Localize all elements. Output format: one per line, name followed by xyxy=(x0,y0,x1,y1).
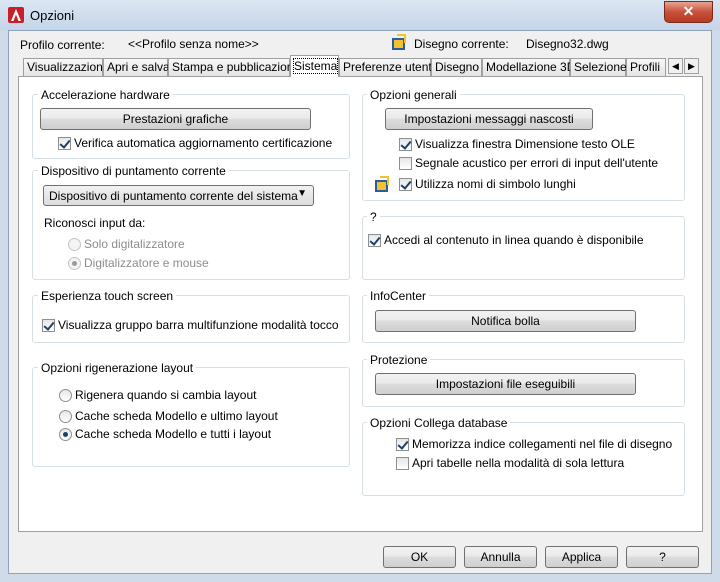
graphics-performance-button[interactable]: Prestazioni grafiche xyxy=(40,108,311,130)
long-symbol-names-checkbox[interactable] xyxy=(399,178,412,191)
window-title: Opzioni xyxy=(30,8,75,23)
pointing-device-select[interactable]: Dispositivo di puntamento corrente del s… xyxy=(43,185,314,206)
drawing-setting-icon xyxy=(374,176,391,193)
title-bar xyxy=(0,0,720,30)
online-content-label: Accedi al contenuto in linea quando è di… xyxy=(384,233,644,247)
tab-stampa-pubblicazione[interactable]: Stampa e pubblicazione xyxy=(168,58,300,76)
group-title-infocenter: InfoCenter xyxy=(367,289,430,303)
group-title-help: ? xyxy=(367,210,380,224)
group-title-general: Opzioni generali xyxy=(367,88,460,102)
regen-on-switch-radio[interactable] xyxy=(59,389,72,402)
app-icon[interactable] xyxy=(8,7,24,23)
cache-all-layouts-radio[interactable] xyxy=(59,428,72,441)
ole-text-size-label: Visualizza finestra Dimensione testo OLE xyxy=(415,137,635,151)
apply-button[interactable]: Applica xyxy=(545,546,618,568)
tab-modellazione-3d[interactable]: Modellazione 3D xyxy=(482,58,575,76)
ole-text-size-checkbox[interactable] xyxy=(399,138,412,151)
cache-last-layout-label: Cache scheda Modello e ultimo layout xyxy=(75,409,278,423)
balloon-notification-button[interactable]: Notifica bolla xyxy=(375,310,636,332)
drawing-icon xyxy=(391,34,408,51)
group-title-security: Protezione xyxy=(367,353,431,367)
cache-all-layouts-label: Cache scheda Modello e tutti i layout xyxy=(75,427,272,441)
touch-ribbon-checkbox[interactable] xyxy=(42,319,55,332)
store-link-index-checkbox[interactable] xyxy=(396,438,409,451)
beep-on-error-checkbox[interactable] xyxy=(399,157,412,170)
current-drawing-value: Disegno32.dwg xyxy=(526,37,609,51)
tab-apri-e-salva[interactable]: Apri e salva xyxy=(103,58,170,76)
readonly-tables-checkbox[interactable] xyxy=(396,457,409,470)
tab-sistema[interactable]: Sistema xyxy=(290,55,339,77)
tab-scroll-left-button[interactable]: ◀ xyxy=(668,58,683,74)
tab-scroll-right-button[interactable]: ▶ xyxy=(684,58,699,74)
group-title-touch: Esperienza touch screen xyxy=(38,289,177,303)
tab-sistema-label: Sistema xyxy=(292,58,339,74)
digitizer-and-mouse-radio[interactable] xyxy=(68,257,81,270)
recognize-input-label: Riconosci input da: xyxy=(44,216,146,230)
group-title-db: Opzioni Collega database xyxy=(367,416,511,430)
hidden-messages-button[interactable]: Impostazioni messaggi nascosti xyxy=(385,108,593,130)
tab-selezione[interactable]: Selezione xyxy=(570,58,627,76)
current-profile-label: Profilo corrente: xyxy=(20,38,105,52)
tab-profili[interactable]: Profili xyxy=(626,58,666,76)
cert-update-label: Verifica automatica aggiornamento certif… xyxy=(74,136,333,150)
chevron-down-icon: ▼ xyxy=(297,188,307,199)
digitizer-and-mouse-label: Digitalizzatore e mouse xyxy=(84,256,209,270)
group-title-pointing: Dispositivo di puntamento corrente xyxy=(38,164,229,178)
regen-on-switch-label: Rigenera quando si cambia layout xyxy=(75,388,257,402)
close-button[interactable]: ✕ xyxy=(664,1,713,23)
digitizer-only-label: Solo digitalizzatore xyxy=(84,237,185,251)
cert-update-checkbox[interactable] xyxy=(58,137,71,150)
pointing-device-select-value: Dispositivo di puntamento corrente del s… xyxy=(49,189,298,203)
group-help xyxy=(362,216,685,280)
beep-on-error-label: Segnale acustico per errori di input del… xyxy=(415,156,659,170)
online-content-checkbox[interactable] xyxy=(368,234,381,247)
current-drawing-label: Disegno corrente: xyxy=(414,37,509,51)
touch-ribbon-label: Visualizza gruppo barra multifunzione mo… xyxy=(58,318,339,332)
tab-disegno[interactable]: Disegno xyxy=(431,58,482,76)
cache-last-layout-radio[interactable] xyxy=(59,410,72,423)
executable-settings-button[interactable]: Impostazioni file eseguibili xyxy=(375,373,636,395)
tab-preferenze-utente[interactable]: Preferenze utente xyxy=(339,58,438,76)
digitizer-only-radio[interactable] xyxy=(68,238,81,251)
long-symbol-names-label: Utilizza nomi di simbolo lunghi xyxy=(415,177,576,191)
help-button[interactable]: ? xyxy=(626,546,699,568)
cancel-button[interactable]: Annulla xyxy=(464,546,537,568)
current-profile-value: <<Profilo senza nome>> xyxy=(128,37,259,51)
ok-button[interactable]: OK xyxy=(383,546,456,568)
tab-visualizzazione[interactable]: Visualizzazione xyxy=(23,58,110,76)
store-link-index-label: Memorizza indice collegamenti nel file d… xyxy=(412,437,673,451)
readonly-tables-label: Apri tabelle nella modalità di sola lett… xyxy=(412,456,625,470)
group-title-regen: Opzioni rigenerazione layout xyxy=(38,361,197,375)
group-title-hardware: Accelerazione hardware xyxy=(38,88,173,102)
